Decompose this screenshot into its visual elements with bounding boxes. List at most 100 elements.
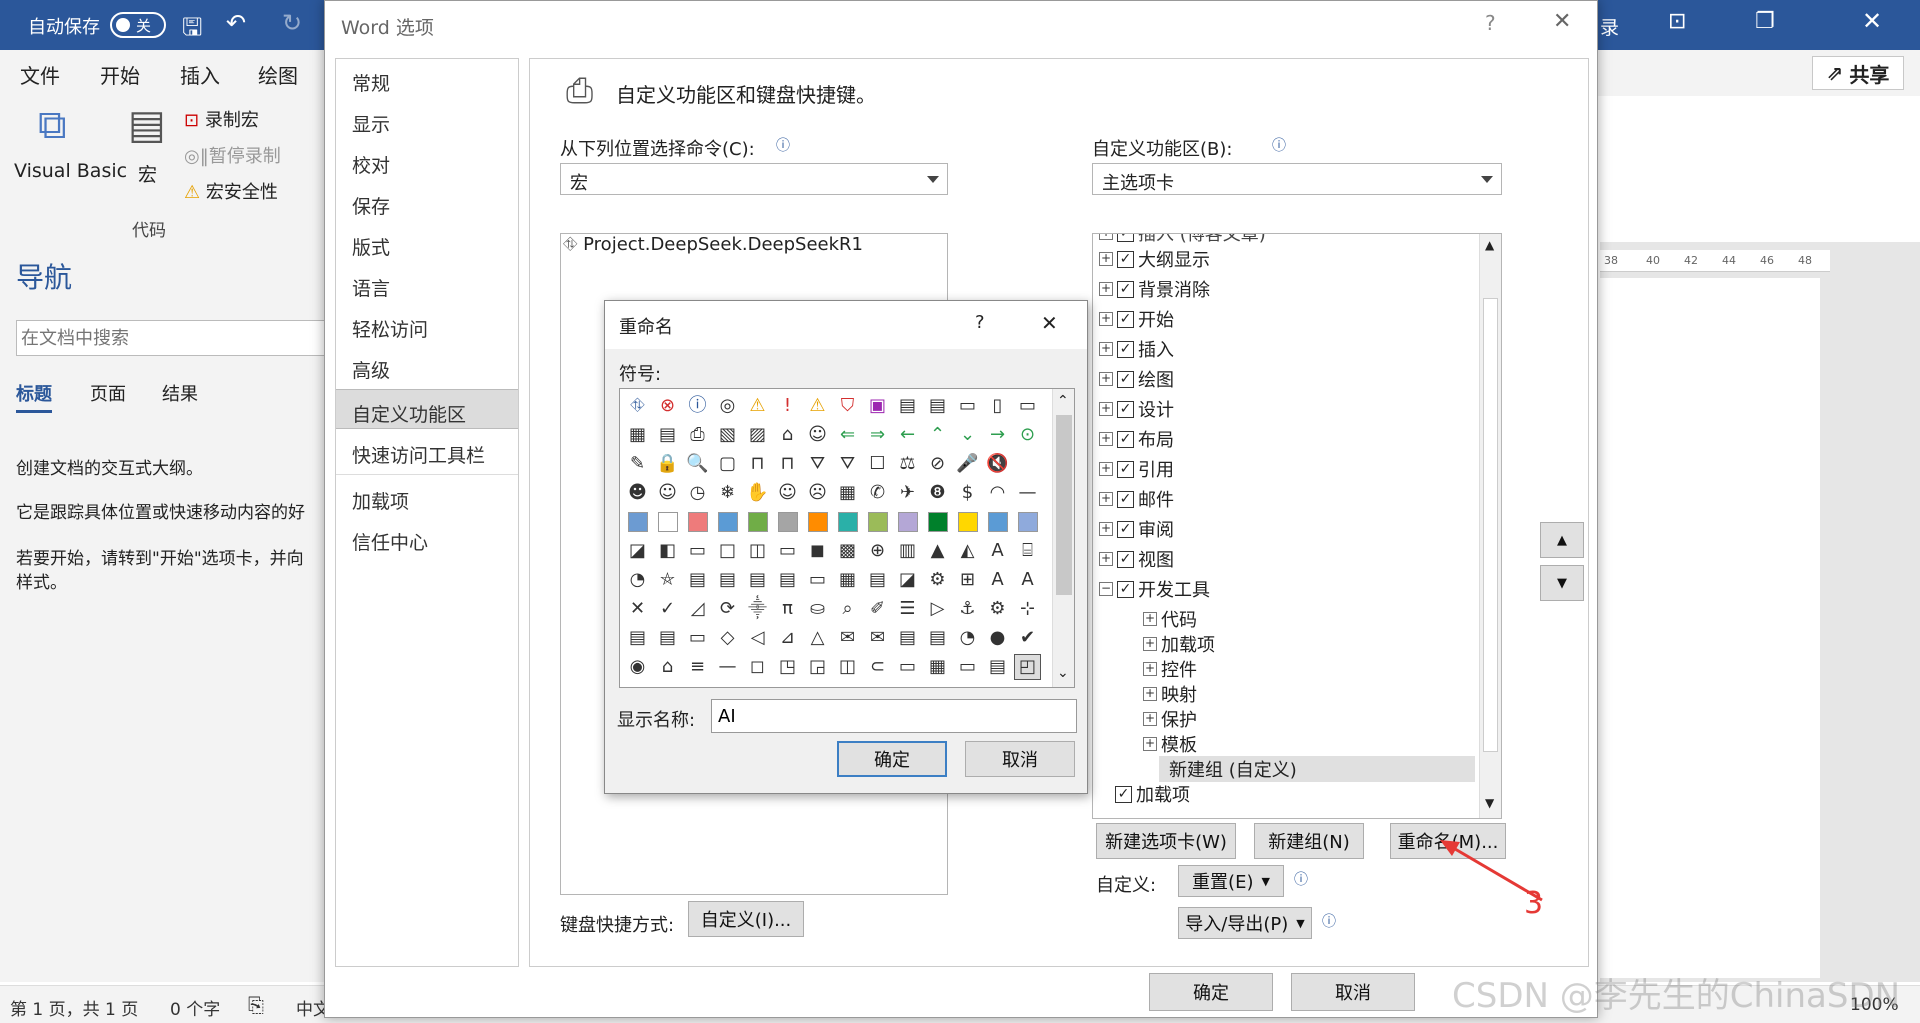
symbol-cell[interactable]: ⊹ [1014,596,1041,622]
symbol-cell[interactable]: ▦ [624,422,651,448]
symbol-cell[interactable]: ▤ [654,625,681,651]
checkbox[interactable]: ✓ [1117,310,1134,328]
symbol-cell[interactable]: ✈ [894,480,921,506]
expand-icon[interactable]: + [1099,342,1113,356]
symbol-cell[interactable]: ⌂ [654,654,681,680]
checkbox[interactable]: ✓ [1117,234,1134,242]
scroll-thumb[interactable] [1056,415,1072,595]
expand-icon[interactable]: + [1099,252,1113,266]
symbol-cell[interactable]: ⟳ [714,596,741,622]
category-layout[interactable]: 版式 [336,223,518,263]
symbol-cell[interactable] [684,509,711,535]
symbol-cell[interactable]: ✉ [834,625,861,651]
symbol-cell[interactable]: ⚙ [984,596,1011,622]
macro-security-button[interactable]: ⚠ 宏安全性 [184,178,278,204]
symbol-cell[interactable]: ⊘ [924,451,951,477]
symbol-cell[interactable]: ▦ [924,654,951,680]
tree-item[interactable]: 新建组 (自定义) [1159,756,1475,782]
symbol-cell[interactable]: 🎤 [954,451,981,477]
tree-scrollbar[interactable]: ▲ ▼ [1479,234,1501,818]
symbol-cell[interactable]: ▢ [714,451,741,477]
category-advanced[interactable]: 高级 [336,346,518,386]
symbol-cell[interactable]: π [774,596,801,622]
tree-item[interactable]: + ✓ 绘图 [1099,366,1174,392]
category-language[interactable]: 语言 [336,264,518,304]
tree-item[interactable]: + ✓ 布局 [1099,426,1174,452]
symbol-scrollbar[interactable]: ⌃ ⌄ [1052,389,1074,687]
tree-item[interactable]: + ✓ 设计 [1099,396,1174,422]
tree-item[interactable]: ✓ 加载项 [1115,781,1190,807]
symbol-cell[interactable]: A [1014,567,1041,593]
symbol-cell[interactable] [864,509,891,535]
symbol-grid[interactable]: ⛗ ⊗ ⓘ ◎ ⚠! ⚠ ⛉ ▣ ▤ ▤ ▭ ▯ ▭ ▦ ▤ ⎙ ▧ ▨ ⌂ ☺ ⇐ ⇒ ← ⌃ ⌄ → ⊙ ✎ 🔒 🔍 ▢ ⊓ ⊓ ⛛ ⛛ ☐ ⚖ ⊘ 🎤… [619,388,1075,688]
info-icon[interactable]: ⓘ [1322,911,1336,931]
symbol-cell[interactable]: ⊗ [654,393,681,419]
symbol-cell[interactable]: ☹ [804,480,831,506]
expand-icon[interactable]: + [1143,687,1157,701]
symbol-cell[interactable]: ✕ [624,596,651,622]
pause-recording-button[interactable]: ◎‖暂停录制 [184,142,281,168]
symbol-cell[interactable]: ◭ [954,538,981,564]
tree-item[interactable]: − ✓ 开发工具 [1099,576,1210,602]
tree-item[interactable]: + 模板 [1143,731,1197,757]
category-save[interactable]: 保存 [336,182,518,222]
symbol-cell[interactable]: ! [774,393,801,419]
symbol-cell[interactable]: ⊓ [774,451,801,477]
symbol-cell[interactable]: ▤ [924,393,951,419]
symbol-cell[interactable]: ▷ [924,596,951,622]
symbol-cell[interactable]: ⊓ [744,451,771,477]
symbol-cell[interactable]: ✓ [654,596,681,622]
expand-icon[interactable]: + [1099,492,1113,506]
info-icon[interactable]: ⓘ [1294,869,1308,889]
new-group-button[interactable]: 新建组(N) [1254,823,1364,859]
tree-item[interactable]: + 加载项 [1143,631,1215,657]
symbol-cell[interactable] [984,509,1011,535]
record-macro-button[interactable]: ⊡ 录制宏 [184,106,259,132]
symbol-cell[interactable]: ◰ [1014,654,1041,680]
tree-item[interactable]: + 控件 [1143,656,1197,682]
symbol-cell[interactable]: ⇒ [864,422,891,448]
symbol-cell[interactable]: ▤ [984,654,1011,680]
command-item[interactable]: ⛗ Project.DeepSeek.DeepSeekR1 [563,234,863,255]
expand-icon[interactable]: + [1099,552,1113,566]
symbol-cell[interactable] [924,509,951,535]
close-icon[interactable]: ✕ [1862,7,1882,35]
symbol-cell[interactable]: ☺ [804,422,831,448]
symbol-cell[interactable]: ⊂ [864,654,891,680]
symbol-cell[interactable]: ☺ [654,480,681,506]
symbol-cell[interactable] [774,509,801,535]
symbol-cell[interactable]: ☐ [864,451,891,477]
symbol-cell[interactable]: 🔒 [654,451,681,477]
symbol-cell[interactable]: ⛗ [624,393,651,419]
rename-cancel-button[interactable]: 取消 [965,741,1075,777]
symbol-cell[interactable]: ⊞ [954,567,981,593]
expand-icon[interactable]: + [1099,402,1113,416]
document-page[interactable] [1600,278,1820,978]
symbol-cell[interactable]: ◔ [624,567,651,593]
symbol-cell[interactable]: ≡ [684,654,711,680]
symbol-cell[interactable]: ▭ [684,625,711,651]
category-display[interactable]: 显示 [336,100,518,140]
tree-item[interactable]: + ✓ 开始 [1099,306,1174,332]
symbol-cell[interactable]: ⌸ [1014,538,1041,564]
checkbox[interactable]: ✓ [1117,430,1134,448]
scroll-thumb[interactable] [1483,298,1498,752]
expand-icon[interactable]: + [1099,372,1113,386]
symbol-cell[interactable]: ⌕ [834,596,861,622]
category-quick-access-toolbar[interactable]: 快速访问工具栏 [336,431,518,475]
category-customize-ribbon[interactable]: 自定义功能区 [336,389,518,429]
keyboard-customize-button[interactable]: 自定义(I)... [688,901,804,937]
symbol-cell[interactable]: — [714,654,741,680]
symbol-cell[interactable]: ▤ [774,567,801,593]
symbol-cell[interactable]: ▭ [954,654,981,680]
symbol-cell[interactable]: ⚙ [924,567,951,593]
expand-icon[interactable]: + [1099,462,1113,476]
reset-button[interactable]: 重置(E) ▼ [1178,865,1284,897]
symbol-cell[interactable]: A [984,567,1011,593]
symbol-cell[interactable] [954,509,981,535]
symbol-cell[interactable]: □ [714,538,741,564]
info-icon[interactable]: ⓘ [776,135,790,155]
symbol-cell[interactable]: ▭ [894,654,921,680]
tree-item[interactable]: + ✓ 背景消除 [1099,276,1210,302]
symbol-cell[interactable]: ⊕ [864,538,891,564]
